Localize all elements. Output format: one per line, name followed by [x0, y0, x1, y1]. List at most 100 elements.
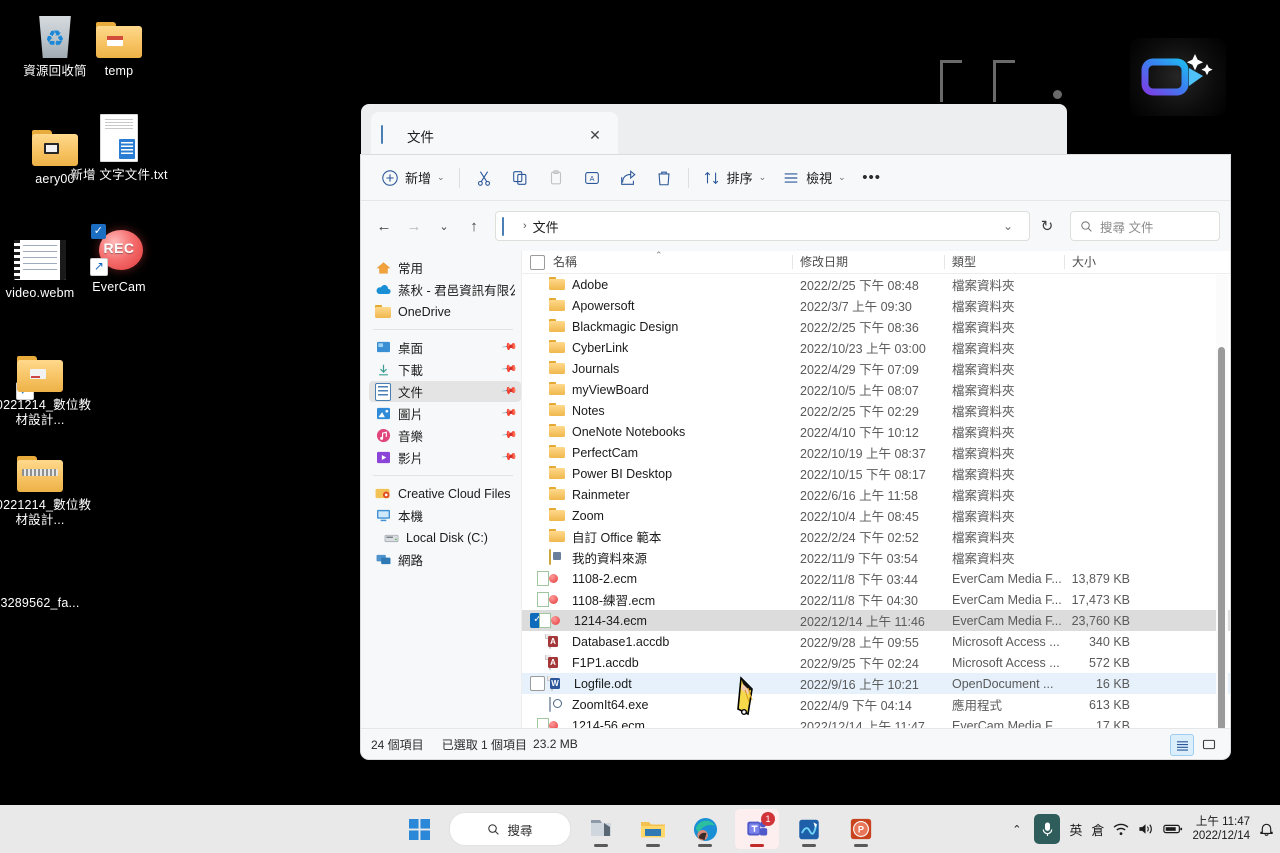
cell-name[interactable]: Notes [522, 403, 792, 418]
pin-icon[interactable]: 📌 [500, 405, 517, 421]
table-row[interactable]: Rainmeter 2022/6/16 上午 11:58 檔案資料夾 [522, 484, 1230, 505]
row-checkbox[interactable] [530, 488, 543, 501]
table-row[interactable]: Blackmagic Design 2022/2/25 下午 08:36 檔案資料夾 [522, 316, 1230, 337]
row-checkbox[interactable] [530, 278, 543, 291]
cell-name[interactable]: A F1P1.accdb [522, 655, 792, 670]
column-header-type[interactable]: 類型 [944, 251, 1064, 273]
paste-button[interactable] [538, 162, 574, 194]
taskbar-app-powerpoint[interactable]: P [839, 809, 883, 849]
desktop-icon-new-text-document[interactable]: 新增 文字文件.txt [64, 110, 174, 183]
copy-button[interactable] [502, 162, 538, 194]
cell-name[interactable]: 我的資料來源 [522, 548, 792, 567]
pin-icon[interactable]: 📌 [500, 383, 517, 399]
cell-name[interactable]: Journals [522, 361, 792, 376]
cell-name[interactable]: 1108-2.ecm [522, 571, 792, 586]
wifi-button[interactable] [1113, 823, 1129, 836]
cell-name[interactable]: ✓ 1214-34.ecm [522, 613, 792, 628]
taskbar-app-microsoft-teams[interactable]: ⌃ 1 [735, 809, 779, 849]
ime-mode-indicator[interactable]: 倉 [1091, 820, 1104, 839]
row-checkbox[interactable] [530, 425, 543, 438]
file-list[interactable]: 名稱 修改日期 類型 大小 ⌃ Adobe 2022/2/25 下午 08:48 檔… [521, 251, 1230, 728]
sidebar-item-network[interactable]: 網路 [369, 549, 521, 570]
pin-icon[interactable]: 📌 [500, 449, 517, 465]
table-row[interactable]: Journals 2022/4/29 下午 07:09 檔案資料夾 [522, 358, 1230, 379]
vertical-scrollbar[interactable] [1216, 275, 1228, 728]
taskbar-app-file-explorer[interactable] [631, 809, 675, 849]
table-row[interactable]: 1214-56.ecm 2022/12/14 上午 11:47 EverCam Me… [522, 715, 1230, 728]
sidebar-item-pictures[interactable]: 圖片 📌 [369, 403, 521, 424]
table-row[interactable]: 1108-練習.ecm 2022/11/8 下午 04:30 EverCam Med… [522, 589, 1230, 610]
cell-name[interactable]: Blackmagic Design [522, 319, 792, 334]
row-checkbox[interactable] [530, 656, 543, 669]
column-header-size[interactable]: 大小 [1064, 251, 1136, 273]
taskbar-app-file-explorer-legacy[interactable] [579, 809, 623, 849]
row-checkbox[interactable] [530, 698, 543, 711]
row-checkbox[interactable] [530, 362, 543, 375]
cell-name[interactable]: Rainmeter [522, 487, 792, 502]
close-button-ghost[interactable] [1053, 90, 1062, 99]
desktop-icon-temp[interactable]: temp [64, 6, 174, 79]
cell-name[interactable]: PerfectCam [522, 445, 792, 460]
table-row[interactable]: CyberLink 2022/10/23 上午 03:00 檔案資料夾 [522, 337, 1230, 358]
desktop-icon-20221214-zip[interactable]: 20221214_數位教材設計... [0, 440, 95, 528]
more-options-button[interactable]: ••• [854, 162, 890, 194]
video-sparkle-icon[interactable] [1130, 38, 1226, 116]
pin-icon[interactable]: 📌 [500, 361, 517, 377]
table-row[interactable]: A F1P1.accdb 2022/9/25 下午 02:24 Microsoft A… [522, 652, 1230, 673]
table-row[interactable]: Notes 2022/2/25 下午 02:29 檔案資料夾 [522, 400, 1230, 421]
cut-button[interactable] [466, 162, 502, 194]
table-row[interactable]: A Database1.accdb 2022/9/28 上午 09:55 Micros… [522, 631, 1230, 652]
taskbar-search[interactable]: 搜尋 [449, 812, 571, 846]
volume-button[interactable] [1138, 822, 1154, 836]
cell-name[interactable]: Adobe [522, 277, 792, 292]
sidebar-item-onedrive[interactable]: OneDrive [369, 301, 521, 322]
address-bar[interactable]: › 文件 ⌄ [495, 211, 1030, 241]
row-checkbox[interactable] [530, 551, 543, 564]
ime-language-indicator[interactable]: 英 [1069, 820, 1082, 839]
up-button[interactable]: ↑ [459, 211, 489, 241]
cell-name[interactable]: 自訂 Office 範本 [522, 527, 792, 546]
table-row[interactable]: 自訂 Office 範本 2022/2/24 下午 02:52 檔案資料夾 [522, 526, 1230, 547]
row-checkbox[interactable] [530, 467, 543, 480]
row-checkbox[interactable] [530, 383, 543, 396]
taskbar-app-microsoft-edge[interactable] [683, 809, 727, 849]
start-button[interactable] [397, 809, 441, 849]
row-checkbox[interactable] [530, 676, 545, 691]
tab-documents[interactable]: 文件 ✕ [371, 112, 618, 159]
table-row[interactable]: Adobe 2022/2/25 下午 08:48 檔案資料夾 [522, 274, 1230, 295]
row-checkbox[interactable] [530, 320, 543, 333]
table-row[interactable]: W Logfile.odt 2022/9/16 上午 10:21 OpenDocume… [522, 673, 1230, 694]
maximize-button-ghost[interactable] [993, 60, 1015, 102]
share-button[interactable] [610, 162, 646, 194]
microphone-button[interactable] [1034, 814, 1061, 844]
refresh-button[interactable]: ↻ [1032, 211, 1062, 241]
tray-overflow-button[interactable]: ⌃ [1008, 823, 1025, 836]
cell-name[interactable]: OneNote Notebooks [522, 424, 792, 439]
delete-button[interactable] [646, 162, 682, 194]
table-row[interactable]: 我的資料來源 2022/11/9 下午 03:54 檔案資料夾 [522, 547, 1230, 568]
cell-name[interactable]: A Database1.accdb [522, 634, 792, 649]
back-button[interactable]: ← [369, 211, 399, 241]
sidebar-item-onedrive-account[interactable]: 蒸秋 - 君邑資訊有限公 [369, 279, 521, 300]
recent-locations-button[interactable]: ⌄ [429, 211, 459, 241]
taskbar-app-onenote[interactable] [787, 809, 831, 849]
scrollbar-thumb[interactable] [1218, 347, 1225, 728]
rename-button[interactable]: A [574, 162, 610, 194]
row-checkbox[interactable] [530, 404, 543, 417]
new-button[interactable]: 新增 ⌄ [373, 162, 453, 194]
sidebar-item-music[interactable]: 音樂 📌 [369, 425, 521, 446]
row-checkbox[interactable] [530, 509, 543, 522]
sidebar-item-videos[interactable]: 影片 📌 [369, 447, 521, 468]
desktop-icon-3289562[interactable]: 3289562_fa... [0, 596, 95, 611]
clock[interactable]: 上午 11:47 2022/12/14 [1192, 815, 1250, 843]
table-row[interactable]: OneNote Notebooks 2022/4/10 下午 10:12 檔案資料夾 [522, 421, 1230, 442]
table-row[interactable]: Zoom 2022/10/4 上午 08:45 檔案資料夾 [522, 505, 1230, 526]
sidebar-item-this-pc[interactable]: 本機 [369, 505, 521, 526]
address-dropdown-icon[interactable]: ⌄ [1003, 219, 1013, 233]
table-row[interactable]: Power BI Desktop 2022/10/15 下午 08:17 檔案資料夾 [522, 463, 1230, 484]
cell-name[interactable]: 1108-練習.ecm [522, 590, 792, 609]
pin-icon[interactable]: 📌 [500, 427, 517, 443]
row-checkbox[interactable] [530, 635, 543, 648]
battery-button[interactable] [1163, 823, 1183, 835]
row-checkbox[interactable] [530, 341, 543, 354]
